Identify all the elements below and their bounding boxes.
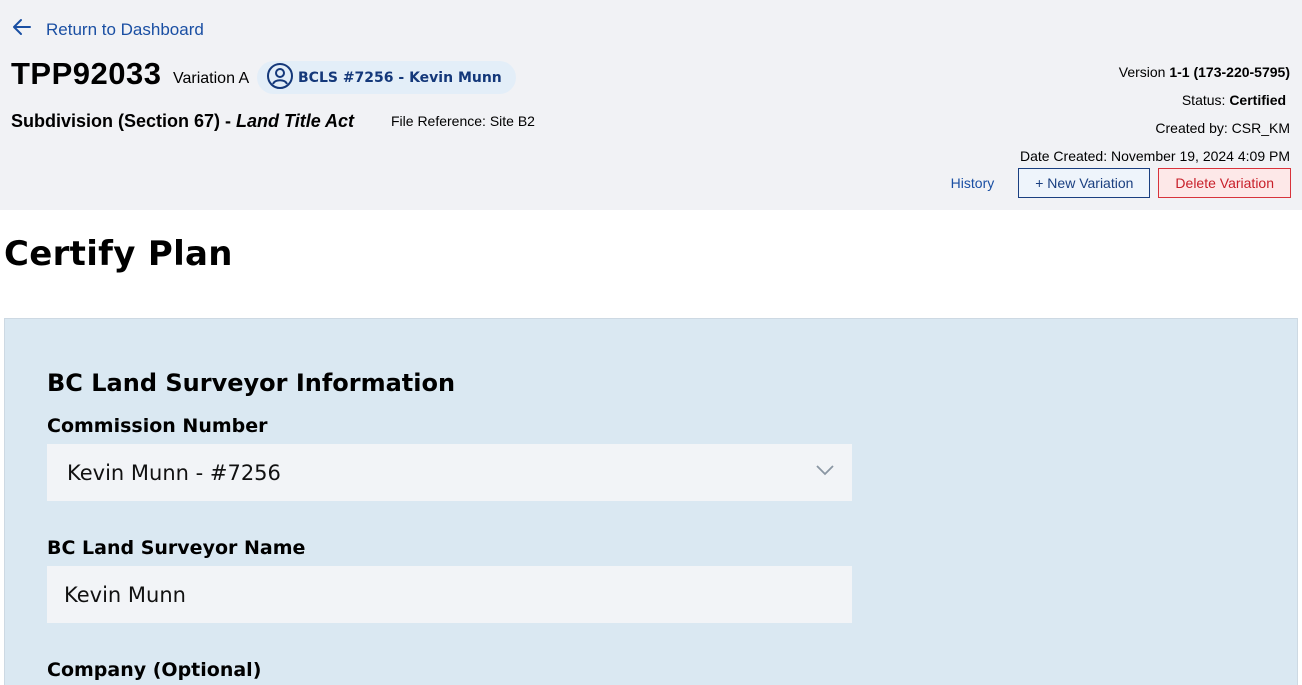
return-to-dashboard-link[interactable]: Return to Dashboard: [12, 17, 204, 42]
company-label: Company (Optional): [47, 659, 262, 681]
plan-type: Subdivision (Section 67) - Land Title Ac…: [11, 111, 354, 132]
commission-number-value: Kevin Munn - #7256: [67, 460, 281, 485]
version-label: Version: [1118, 64, 1170, 80]
date-created: Date Created: November 19, 2024 4:09 PM: [1019, 148, 1290, 164]
status-value: Certified: [1229, 92, 1287, 108]
surveyor-chip[interactable]: BCLS #7256 - Kevin Munn: [257, 61, 516, 94]
version-line: Version 1-1 (173-220-5795): [1020, 58, 1290, 86]
surveyor-info-panel: BC Land Surveyor Information Commission …: [4, 318, 1298, 685]
status-label: Status:: [1181, 92, 1230, 108]
chevron-down-icon: [816, 465, 834, 476]
plan-type-label: Subdivision (Section 67) -: [11, 111, 237, 131]
history-link[interactable]: History: [951, 175, 995, 191]
user-circle-icon: [266, 62, 294, 94]
page-title: Certify Plan: [4, 234, 233, 274]
surveyor-name-value: Kevin Munn: [64, 582, 186, 607]
created-by: Created by: CSR_KM: [1155, 120, 1290, 136]
plan-id: TPP92033: [11, 56, 162, 91]
file-reference: File Reference: Site B2: [391, 113, 535, 129]
arrow-left-icon: [12, 17, 32, 42]
surveyor-name-label: BC Land Surveyor Name: [47, 537, 306, 559]
surveyor-chip-label: BCLS #7256 - Kevin Munn: [298, 69, 502, 86]
commission-number-select[interactable]: Kevin Munn - #7256: [47, 444, 852, 501]
new-variation-button[interactable]: + New Variation: [1018, 168, 1151, 198]
return-to-dashboard-label: Return to Dashboard: [46, 19, 204, 39]
section-title: BC Land Surveyor Information: [47, 369, 456, 397]
status-line: Status: Certified: [1020, 86, 1290, 114]
plan-meta: Version 1-1 (173-220-5795) Status: Certi…: [1020, 58, 1290, 170]
surveyor-name-input[interactable]: Kevin Munn: [47, 566, 852, 623]
delete-variation-button[interactable]: Delete Variation: [1158, 168, 1291, 198]
plan-act: Land Title Act: [236, 111, 355, 131]
version-value: 1-1 (173-220-5795): [1169, 64, 1290, 80]
header-actions: History + New Variation Delete Variation: [951, 168, 1291, 198]
plan-header: Return to Dashboard TPP92033 Variation A…: [0, 0, 1302, 210]
commission-number-label: Commission Number: [47, 415, 268, 437]
variation-label: Variation A: [173, 70, 250, 87]
